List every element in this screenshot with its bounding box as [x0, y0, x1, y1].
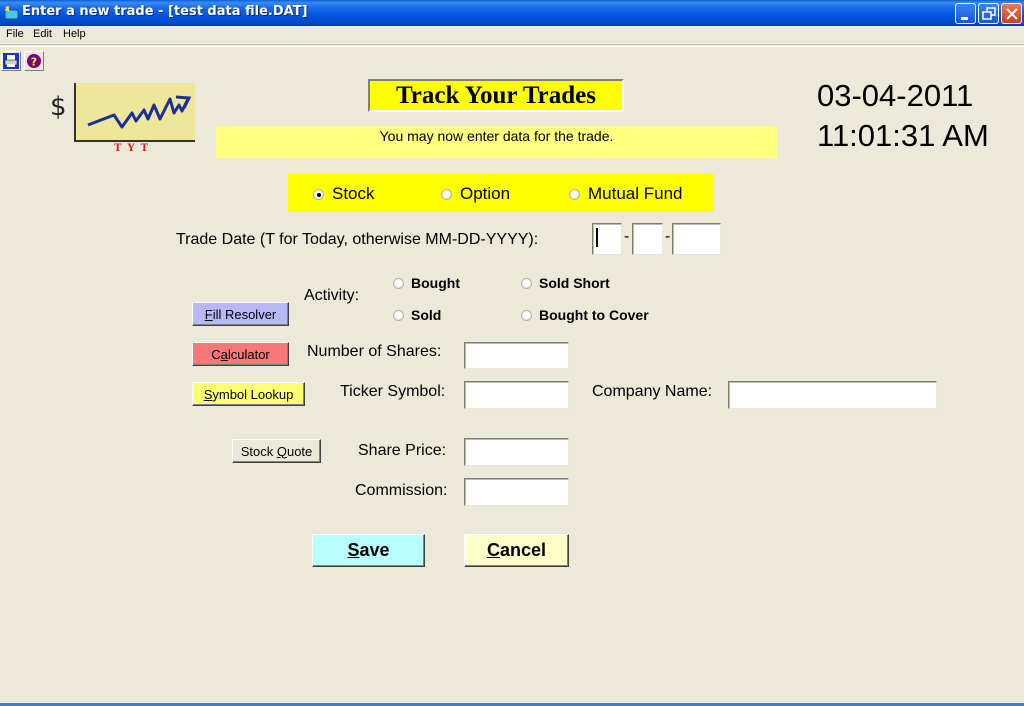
- text-caret: [596, 228, 598, 247]
- radio-label: Stock: [332, 184, 375, 203]
- svg-text:?: ?: [31, 56, 37, 69]
- button-label: C: [211, 346, 221, 362]
- accelerator-key: a: [220, 346, 228, 362]
- button-label: ancel: [499, 540, 547, 560]
- help-icon: ?: [27, 54, 41, 69]
- commission-input[interactable]: [464, 478, 569, 506]
- app-icon: [4, 6, 19, 20]
- radio-sold-short[interactable]: Sold Short: [521, 275, 610, 291]
- shares-input[interactable]: [464, 342, 569, 369]
- close-button[interactable]: [1001, 3, 1022, 24]
- stock-quote-button[interactable]: Stock Quote: [232, 439, 321, 463]
- shares-label: Number of Shares:: [307, 343, 442, 360]
- trade-date-label: Trade Date (T for Today, otherwise MM-DD…: [176, 231, 539, 248]
- security-type-group: Stock Option Mutual Fund: [288, 174, 714, 212]
- price-input[interactable]: [464, 438, 569, 466]
- radio-sold[interactable]: Sold: [393, 307, 441, 323]
- calculator-button[interactable]: Ca lculator: [192, 342, 289, 366]
- radio-label: Option: [460, 184, 511, 203]
- radio-stock[interactable]: Stock: [313, 184, 375, 204]
- price-label: Share Price:: [358, 442, 447, 459]
- menu-file[interactable]: File: [6, 28, 24, 40]
- menu-edit[interactable]: Edit: [33, 28, 52, 40]
- menu-bar: File Edit Help: [0, 26, 1024, 45]
- trade-date-month-input[interactable]: [592, 223, 622, 255]
- accelerator-key: S: [347, 540, 360, 560]
- trade-date-year-input[interactable]: [672, 223, 721, 255]
- button-label: uote: [286, 443, 313, 459]
- accelerator-key: C: [486, 540, 500, 560]
- company-label: Company Name:: [592, 383, 713, 400]
- radio-bought[interactable]: Bought: [393, 275, 460, 291]
- minimize-icon: [961, 17, 968, 20]
- menu-help[interactable]: Help: [63, 28, 86, 40]
- radio-indicator: [393, 309, 404, 321]
- logo-caption: TYT: [114, 143, 155, 154]
- minimize-button[interactable]: [955, 3, 976, 24]
- ticker-label: Ticker Symbol:: [340, 383, 446, 400]
- radio-label: Sold: [411, 307, 442, 323]
- restore-button[interactable]: [978, 3, 999, 24]
- date-separator: -: [624, 228, 630, 245]
- restore-icon: [982, 7, 996, 20]
- button-label: ave: [359, 540, 390, 560]
- rising-chart-icon: [87, 95, 192, 129]
- trade-date-day-input[interactable]: [632, 223, 663, 255]
- fill-resolver-button[interactable]: Fill Resolver: [192, 302, 289, 326]
- date-separator: -: [665, 228, 671, 245]
- current-time: 11:01:31 AM: [817, 118, 989, 153]
- radio-indicator: [441, 188, 452, 200]
- radio-indicator: [521, 309, 532, 321]
- activity-label: Activity:: [304, 287, 360, 304]
- help-button[interactable]: ?: [24, 51, 44, 71]
- menu-divider: [0, 46, 1024, 47]
- radio-indicator: [393, 277, 404, 289]
- radio-mutual-fund[interactable]: Mutual Fund: [569, 184, 683, 204]
- radio-indicator: [569, 188, 580, 200]
- status-message: You may now enter data for the trade.: [216, 126, 777, 158]
- radio-bought-to-cover[interactable]: Bought to Cover: [521, 307, 649, 323]
- current-date: 03-04-2011: [817, 78, 974, 113]
- save-button[interactable]: Save: [312, 534, 425, 567]
- commission-label: Commission:: [355, 482, 448, 499]
- print-icon: [3, 53, 19, 69]
- radio-label: Bought: [411, 275, 460, 291]
- button-label: lculator: [227, 346, 270, 362]
- title-bar[interactable]: Enter a new trade - [test data file.DAT]: [0, 0, 1024, 26]
- radio-label: Sold Short: [539, 275, 610, 291]
- accelerator-key: F: [204, 306, 213, 322]
- window-title: Enter a new trade - [test data file.DAT]: [22, 4, 308, 19]
- trade-entry-window: Enter a new trade - [test data file.DAT]…: [0, 0, 1024, 706]
- radio-label: Mutual Fund: [588, 184, 683, 203]
- radio-option[interactable]: Option: [441, 184, 510, 204]
- logo-chart: [74, 83, 195, 142]
- radio-indicator: [521, 277, 532, 289]
- accelerator-key: S: [203, 386, 213, 402]
- symbol-lookup-button[interactable]: Symbol Lookup: [192, 382, 305, 406]
- radio-label: Bought to Cover: [539, 307, 649, 323]
- button-label: Stock: [240, 443, 277, 459]
- logo-dollar-sign: $: [50, 92, 67, 122]
- cancel-button[interactable]: Cancel: [464, 534, 569, 567]
- app-title: Track Your Trades: [368, 79, 624, 112]
- print-button[interactable]: [1, 51, 21, 71]
- radio-indicator: [313, 188, 324, 200]
- close-icon: [1006, 8, 1018, 20]
- ticker-input[interactable]: [464, 381, 569, 409]
- button-label: ill Resolver: [212, 306, 277, 322]
- accelerator-key: Q: [276, 443, 287, 459]
- button-label: ymbol Lookup: [212, 386, 294, 402]
- company-input[interactable]: [728, 381, 937, 409]
